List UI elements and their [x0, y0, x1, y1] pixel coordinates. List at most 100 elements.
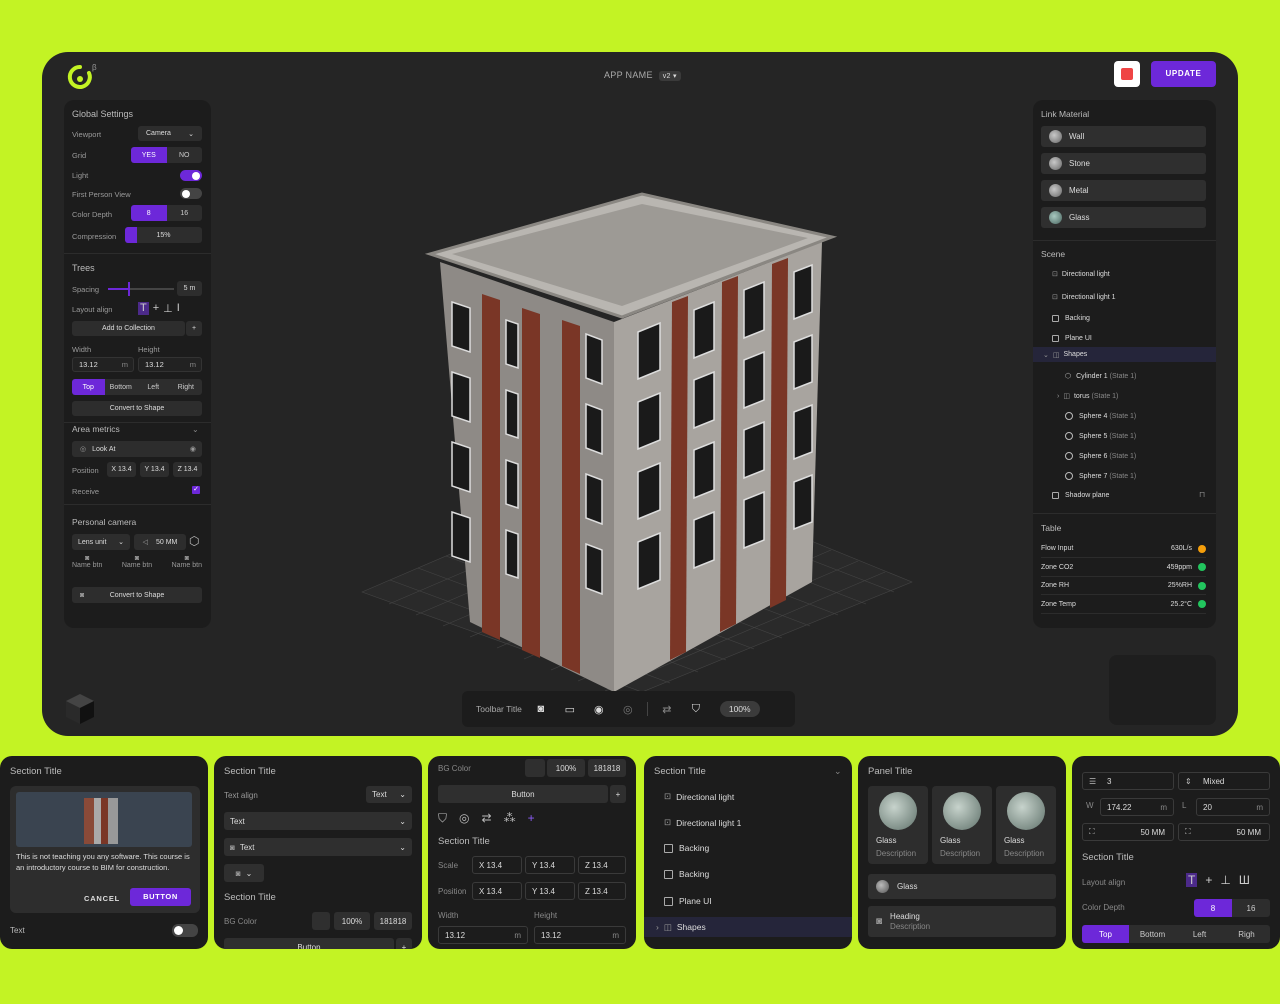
- align-stretch-icon[interactable]: Ш: [1239, 873, 1250, 887]
- viewport-3d[interactable]: [342, 182, 922, 702]
- swap-icon[interactable]: ⇄: [482, 811, 492, 826]
- viewport-select[interactable]: Camera ⌄: [138, 126, 202, 141]
- camera-name-button[interactable]: ◙ Name btn: [72, 555, 102, 569]
- align-left[interactable]: Left: [1176, 925, 1223, 943]
- scene-item-cylinder[interactable]: ⬡ Cylinder 1 (State 1): [1065, 372, 1137, 381]
- convert-to-shape-button[interactable]: Convert to Shape: [72, 401, 202, 416]
- align-segment[interactable]: Top Bottom Left Right: [72, 379, 202, 395]
- align-stretch-icon[interactable]: I: [177, 302, 180, 315]
- position-y[interactable]: Y 13.4: [525, 882, 575, 900]
- receive-checkbox[interactable]: ✓: [192, 486, 200, 494]
- material-glass[interactable]: Glass: [1041, 207, 1206, 228]
- opacity-input[interactable]: 100%: [547, 759, 585, 777]
- spacing-value[interactable]: 5 m: [177, 281, 202, 296]
- color-depth-toggle[interactable]: 8 16: [1194, 899, 1270, 917]
- look-at-row[interactable]: ◎ Look At ◉: [72, 441, 202, 457]
- material-metal[interactable]: Metal: [1041, 180, 1206, 201]
- target-icon[interactable]: ◎: [618, 699, 638, 719]
- scene-item-sphere-6[interactable]: Sphere 6 (State 1): [1065, 452, 1136, 460]
- cd-8[interactable]: 8: [1194, 899, 1232, 917]
- nodes-icon[interactable]: ⁂: [504, 811, 516, 826]
- rows-input[interactable]: ☰ 3: [1082, 772, 1174, 790]
- spacing-mixed-input[interactable]: ⇕ Mixed: [1178, 772, 1270, 790]
- minimap[interactable]: [1109, 655, 1216, 725]
- align-top[interactable]: Top: [72, 379, 105, 395]
- view-cube[interactable]: [64, 692, 96, 726]
- layout-align-icons[interactable]: T + ⊥ Ш: [1186, 873, 1250, 887]
- glass-material-row[interactable]: Glass: [868, 874, 1056, 899]
- light-toggle[interactable]: [180, 170, 202, 181]
- ruler-icon[interactable]: ▭: [560, 699, 580, 719]
- scene-item-backing[interactable]: Backing: [1052, 315, 1090, 322]
- tree-item[interactable]: ⊡ Directional light 1: [664, 817, 741, 828]
- pos-z[interactable]: Z 13.4: [173, 462, 202, 477]
- visibility-icon[interactable]: ◉: [190, 445, 196, 453]
- align-bottom[interactable]: Bottom: [1129, 925, 1176, 943]
- camera-name-button[interactable]: ◙ Name btn: [172, 555, 202, 569]
- chevron-down-icon[interactable]: ⌄: [192, 425, 199, 434]
- scene-item-shadow-plane[interactable]: Shadow plane: [1052, 492, 1109, 499]
- scale-x[interactable]: X 13.4: [472, 856, 522, 874]
- camera-icon[interactable]: ◙: [531, 699, 551, 719]
- cancel-button[interactable]: CANCEL: [84, 894, 120, 903]
- pos-y[interactable]: Y 13.4: [140, 462, 169, 477]
- scene-item-sphere-5[interactable]: Sphere 5 (State 1): [1065, 432, 1136, 440]
- zoom-level[interactable]: 100%: [719, 701, 760, 717]
- shield-icon[interactable]: ⛉: [686, 699, 706, 719]
- width-input[interactable]: 13.12 m: [72, 357, 134, 372]
- width-input[interactable]: 13.12 m: [438, 926, 528, 944]
- align-right[interactable]: Righ: [1223, 925, 1270, 943]
- align-center-icon[interactable]: +: [153, 302, 159, 315]
- grid-toggle[interactable]: YES NO: [131, 147, 202, 163]
- compression-slider[interactable]: 15%: [125, 227, 202, 243]
- tree-item[interactable]: Backing: [664, 869, 709, 879]
- fpv-toggle[interactable]: [180, 188, 202, 199]
- pos-x[interactable]: X 13.4: [107, 462, 136, 477]
- scene-item-sphere-7[interactable]: Sphere 7 (State 1): [1065, 472, 1136, 480]
- align-bottom[interactable]: Bottom: [104, 379, 137, 395]
- w-input[interactable]: 174.22 m: [1100, 798, 1174, 816]
- scale-z[interactable]: Z 13.4: [578, 856, 626, 874]
- icon-dropdown[interactable]: ◙ ⌄: [224, 864, 264, 882]
- record-icon[interactable]: ◉: [589, 699, 609, 719]
- lens-unit-select[interactable]: Lens unit ⌄: [72, 534, 130, 550]
- align-segment[interactable]: Top Bottom Left Righ: [1082, 925, 1270, 943]
- add-icon[interactable]: +: [186, 321, 202, 336]
- hex-input[interactable]: 181818: [374, 912, 412, 930]
- add-icon[interactable]: +: [610, 785, 626, 803]
- color-swatch[interactable]: [525, 759, 545, 777]
- align-bottom-icon[interactable]: ⊥: [1220, 873, 1230, 887]
- height-input[interactable]: 13.12 m: [138, 357, 202, 372]
- plus-icon[interactable]: +: [528, 811, 535, 826]
- scale-y[interactable]: Y 13.4: [525, 856, 575, 874]
- text-dropdown[interactable]: Text ⌄: [224, 812, 412, 830]
- target-icon[interactable]: ◎: [459, 811, 469, 826]
- grid-yes[interactable]: YES: [131, 147, 167, 163]
- align-center-icon[interactable]: +: [1205, 873, 1212, 887]
- cd-16[interactable]: 16: [1232, 899, 1270, 917]
- material-stone[interactable]: Stone: [1041, 153, 1206, 174]
- tree-item[interactable]: Backing: [664, 843, 709, 853]
- layout-align-icons[interactable]: T + ⊥ I: [138, 302, 180, 315]
- scene-item-shapes[interactable]: ⌄ ◫ Shapes: [1033, 347, 1216, 362]
- shield-icon[interactable]: ⛉: [438, 811, 447, 826]
- camera-convert-button[interactable]: ◙ Convert to Shape: [72, 587, 202, 603]
- focal-length-input[interactable]: ◁ 50 MM: [134, 534, 186, 550]
- update-button[interactable]: UPDATE: [1151, 61, 1216, 87]
- mm-input-2[interactable]: ⛶ 50 MM: [1178, 823, 1270, 841]
- scene-item-directional-light[interactable]: ⊡ Directional light: [1052, 270, 1110, 279]
- camera-name-button[interactable]: ◙ Name btn: [122, 555, 152, 569]
- chevron-down-icon[interactable]: ⌄: [834, 766, 842, 777]
- cube-icon[interactable]: ⬡: [189, 534, 199, 548]
- spacing-slider[interactable]: [108, 282, 174, 296]
- color-depth-toggle[interactable]: 8 16: [131, 205, 202, 221]
- material-tile[interactable]: Glass Description: [932, 786, 992, 864]
- l-input[interactable]: 20 m: [1196, 798, 1270, 816]
- hex-input[interactable]: 181818: [588, 759, 626, 777]
- heading-row[interactable]: ◙ Heading Description: [868, 906, 1056, 937]
- button[interactable]: Button: [438, 785, 608, 803]
- button[interactable]: Button: [224, 938, 394, 949]
- tree-item-shapes[interactable]: › ◫ Shapes: [644, 917, 852, 937]
- text-align-select[interactable]: Text ⌄: [366, 786, 412, 803]
- align-bottom-icon[interactable]: ⊥: [163, 302, 173, 315]
